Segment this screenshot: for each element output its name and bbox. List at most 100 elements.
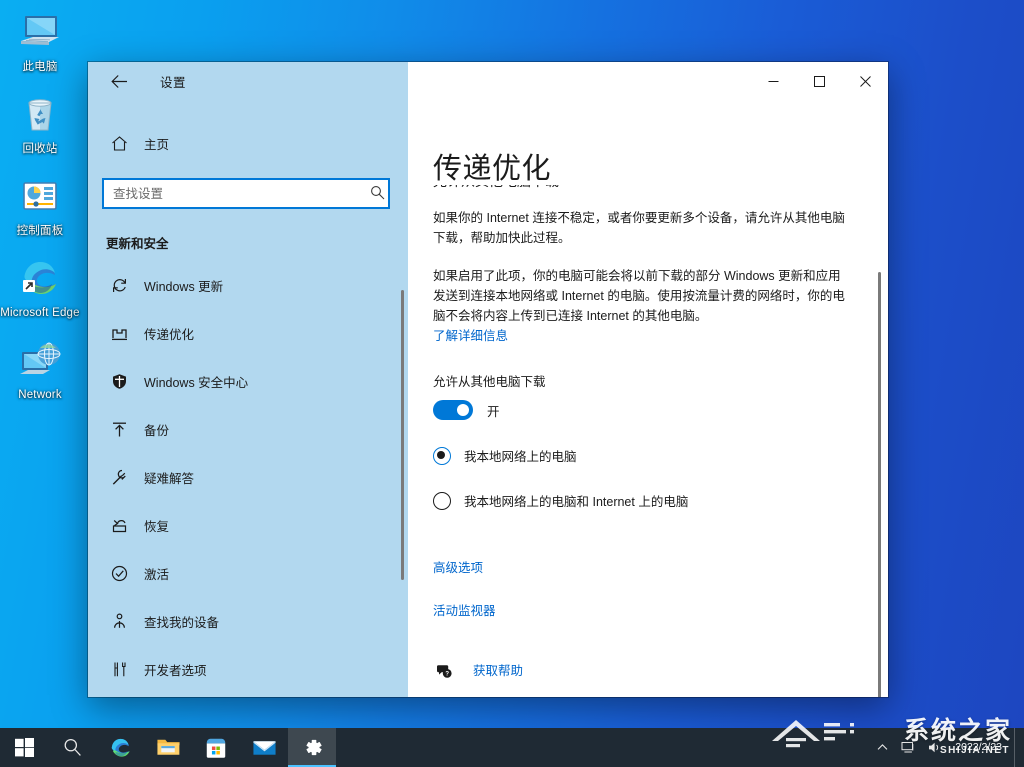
page-title: 传递优化	[433, 153, 848, 185]
system-tray: 2022/2/23	[869, 728, 1024, 767]
taskbar[interactable]: 2022/2/23	[0, 728, 1024, 767]
desktop[interactable]: 此电脑 回收站 控制面板 Microsoft Edge Network 设置 主…	[0, 0, 1024, 767]
learn-more-link[interactable]: 了解详细信息	[433, 326, 508, 346]
window-title: 设置	[160, 75, 187, 90]
show-desktop-button[interactable]	[1014, 728, 1020, 767]
radio-button[interactable]	[433, 446, 451, 465]
recovery-icon	[102, 517, 136, 534]
close-button[interactable]	[842, 62, 888, 100]
content-scrollbar[interactable]	[878, 272, 881, 697]
tray-overflow-button[interactable]	[869, 728, 895, 767]
developer-tools-icon	[102, 661, 136, 678]
taskbar-search-button[interactable]	[48, 728, 96, 767]
desktop-icon-control-panel[interactable]: 控制面板	[0, 172, 80, 238]
desktop-icon-network[interactable]: Network	[0, 336, 80, 402]
sidebar-item-label: 开发者选项	[144, 663, 207, 678]
recycle-bin-icon	[28, 99, 52, 131]
sidebar-item-home[interactable]: 主页	[102, 126, 408, 160]
settings-sidebar[interactable]: 主页 更新和安全	[88, 100, 408, 697]
sidebar-item-label: 激活	[144, 567, 170, 582]
sidebar-item-label: 查找我的设备	[144, 615, 220, 630]
taskbar-store-button[interactable]	[192, 728, 240, 767]
sidebar-category-title: 更新和安全	[106, 237, 169, 251]
sidebar-item-activation[interactable]: 激活	[102, 556, 394, 590]
store-icon	[206, 738, 226, 758]
search-input[interactable]	[102, 178, 390, 209]
content-links: 高级选项 活动监视器	[433, 558, 848, 621]
minimize-button[interactable]	[750, 62, 796, 100]
desktop-icon-label: Network	[18, 389, 62, 401]
upload-arrow-icon	[102, 421, 136, 438]
settings-window[interactable]: 设置 主页 查找设置 更新和安全 Windows 更新 传递优化 Windows…	[88, 62, 888, 697]
description-paragraph-2: 如果启用了此项，你的电脑可能会将以前下载的部分 Windows 更新和应用发送到…	[433, 269, 845, 323]
sidebar-item-label: 传递优化	[144, 327, 195, 342]
sidebar-item-recovery[interactable]: 恢复	[102, 508, 394, 542]
toggle-knob	[457, 404, 469, 416]
tray-network-button[interactable]	[895, 728, 921, 767]
sidebar-scrollbar[interactable]	[401, 290, 404, 580]
sidebar-item-find-my-device[interactable]: 查找我的设备	[102, 604, 394, 638]
taskbar-edge-button[interactable]	[96, 728, 144, 767]
taskbar-settings-button[interactable]	[288, 728, 336, 767]
start-button[interactable]	[0, 728, 48, 767]
get-help-row[interactable]: ? 获取帮助	[433, 661, 848, 681]
sidebar-item-label: 主页	[144, 137, 170, 152]
window-titlebar[interactable]: 设置	[88, 62, 888, 100]
maximize-button[interactable]	[796, 62, 842, 100]
home-icon	[102, 135, 136, 152]
tray-volume-button[interactable]	[921, 728, 947, 767]
check-circle-icon	[102, 565, 136, 582]
description-paragraph-1: 如果你的 Internet 连接不稳定，或者你要更新多个设备，请允许从其他电脑下…	[433, 211, 845, 245]
toggle-state-label: 开	[487, 404, 500, 419]
settings-content: 传递优化 允许从其他电脑下载 如果你的 Internet 连接不稳定，或者你要更…	[408, 100, 888, 697]
radio-option-local-and-internet[interactable]: 我本地网络上的电脑和 Internet 上的电脑	[433, 491, 848, 510]
desktop-icon-label: 控制面板	[16, 225, 64, 237]
desktop-icon-recycle-bin[interactable]: 回收站	[0, 90, 80, 156]
this-pc-icon	[21, 16, 59, 45]
allow-downloads-toggle-row[interactable]: 开	[433, 400, 848, 420]
taskbar-clock[interactable]: 2022/2/23	[947, 728, 1014, 767]
taskbar-file-explorer-button[interactable]	[144, 728, 192, 767]
window-body: 主页 更新和安全	[88, 100, 888, 697]
toggle-section-label: 允许从其他电脑下载	[433, 375, 546, 389]
back-button[interactable]	[102, 66, 136, 96]
desktop-icon-list: 此电脑 回收站 控制面板 Microsoft Edge Network	[0, 8, 80, 418]
radio-label: 我本地网络上的电脑和 Internet 上的电脑	[464, 495, 689, 509]
support-section: ? 获取帮助	[433, 661, 848, 697]
mail-icon	[252, 741, 276, 755]
sidebar-item-delivery-optimization[interactable]: 传递优化	[102, 316, 394, 350]
minimize-icon	[768, 80, 778, 82]
radio-option-local-network[interactable]: 我本地网络上的电脑	[433, 446, 848, 465]
find-my-device-icon	[102, 613, 136, 630]
svg-text:?: ?	[445, 672, 449, 678]
delivery-optimization-icon	[102, 325, 136, 342]
network-icon	[20, 342, 61, 374]
titlebar-right-region	[408, 62, 888, 100]
desktop-icon-microsoft-edge[interactable]: Microsoft Edge	[0, 254, 80, 320]
desktop-icon-label: 回收站	[22, 143, 58, 155]
radio-button[interactable]	[433, 491, 451, 510]
help-bubble-icon: ?	[433, 663, 455, 679]
search-box[interactable]	[102, 178, 394, 209]
taskbar-mail-button[interactable]	[240, 728, 288, 767]
shield-icon	[102, 373, 136, 390]
desktop-icon-this-pc[interactable]: 此电脑	[0, 8, 80, 74]
wrench-icon	[102, 469, 136, 486]
advanced-options-link[interactable]: 高级选项	[433, 558, 848, 578]
allow-downloads-toggle[interactable]	[433, 400, 473, 420]
microsoft-edge-icon	[111, 738, 130, 757]
desktop-icon-label: 此电脑	[22, 61, 58, 73]
sidebar-item-windows-update[interactable]: Windows 更新	[102, 268, 394, 302]
desktop-icon-label: Microsoft Edge	[0, 307, 80, 319]
close-icon	[859, 75, 871, 87]
gear-icon	[305, 739, 322, 756]
chevron-up-icon	[877, 744, 888, 750]
titlebar-left-region: 设置	[88, 62, 408, 100]
sidebar-item-backup[interactable]: 备份	[102, 412, 394, 446]
refresh-icon	[102, 277, 136, 294]
sidebar-item-developer-options[interactable]: 开发者选项	[102, 652, 394, 686]
sidebar-item-windows-security[interactable]: Windows 安全中心	[102, 364, 394, 398]
get-help-link[interactable]: 获取帮助	[473, 661, 523, 681]
sidebar-item-troubleshoot[interactable]: 疑难解答	[102, 460, 394, 494]
activity-monitor-link[interactable]: 活动监视器	[433, 601, 848, 621]
